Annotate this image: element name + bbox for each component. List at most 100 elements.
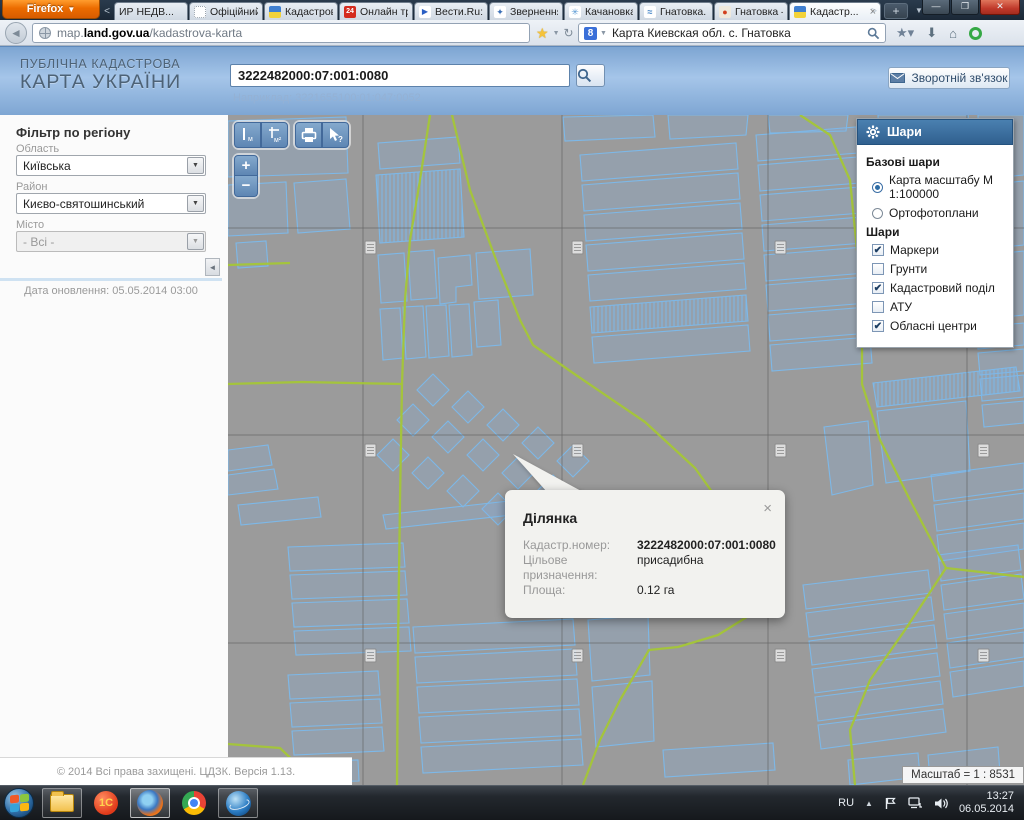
layer-option[interactable]: АТУ xyxy=(872,300,1004,314)
map-marker-icon[interactable] xyxy=(978,444,989,457)
url-bar[interactable]: map.land.gov.ua/kadastrova-karta xyxy=(32,23,530,43)
hidden-icons-chevron[interactable]: ▲ xyxy=(865,799,873,808)
cadastral-parcel[interactable] xyxy=(588,615,650,681)
cadastral-parcel[interactable] xyxy=(380,308,403,360)
cadastral-parcel[interactable] xyxy=(421,739,583,773)
cadastral-parcel[interactable] xyxy=(449,304,472,357)
layers-panel-header[interactable]: Шари xyxy=(857,119,1013,145)
cadastral-parcel[interactable] xyxy=(438,255,472,304)
cadastral-parcel[interactable] xyxy=(290,699,382,727)
restore-button[interactable]: ❐ xyxy=(951,0,979,15)
cadastral-number-input[interactable] xyxy=(230,64,570,87)
layer-option[interactable]: ✔Маркери xyxy=(872,243,1004,257)
cadastral-parcel[interactable] xyxy=(452,391,484,423)
checkbox-icon[interactable] xyxy=(872,301,884,313)
measure-area-button[interactable]: м² xyxy=(261,122,288,148)
sidebar-collapse-button[interactable]: ◄ xyxy=(205,258,220,276)
search-engine-icon[interactable]: 8 xyxy=(584,27,597,40)
region-select[interactable]: Київська▼ xyxy=(16,155,206,176)
cadastral-parcel[interactable] xyxy=(288,671,380,699)
layer-option[interactable]: ✔Обласні центри xyxy=(872,319,1004,333)
new-tab-button[interactable]: + xyxy=(884,3,908,19)
cadastral-parcel[interactable] xyxy=(487,409,519,441)
map-marker-icon[interactable] xyxy=(572,649,583,662)
cadastral-parcel[interactable] xyxy=(412,457,444,489)
language-indicator[interactable]: RU xyxy=(838,797,854,809)
minimize-button[interactable]: — xyxy=(922,0,950,15)
cadastral-parcel[interactable] xyxy=(228,445,272,471)
cadastral-parcel[interactable] xyxy=(294,179,350,233)
map-marker-icon[interactable] xyxy=(365,241,376,254)
cadastral-parcel[interactable] xyxy=(419,709,581,743)
browser-tab[interactable]: ✳Качановка. ... xyxy=(564,2,638,20)
close-icon[interactable]: × xyxy=(763,502,772,516)
cadastral-parcel[interactable] xyxy=(413,619,575,653)
map-marker-icon[interactable] xyxy=(775,649,786,662)
bookmarks-menu-button[interactable]: ★▾ xyxy=(896,25,914,41)
cadastral-parcel[interactable] xyxy=(403,306,426,359)
cadastral-parcel[interactable] xyxy=(408,250,437,300)
volume-icon[interactable] xyxy=(934,797,948,810)
map-marker-icon[interactable] xyxy=(775,444,786,457)
layer-option[interactable]: ✔Кадастровий поділ xyxy=(872,281,1004,295)
cadastral-parcel[interactable] xyxy=(426,305,449,358)
cadastral-parcel[interactable] xyxy=(824,421,873,495)
measure-length-button[interactable]: м xyxy=(234,122,261,148)
taskbar-explorer-icon[interactable] xyxy=(42,788,82,818)
checkbox-icon[interactable] xyxy=(872,263,884,275)
browser-search-box[interactable]: 8 ▼ Карта Киевская обл. с. Гнатовка xyxy=(578,23,886,43)
downloads-button[interactable]: ⬇ xyxy=(926,25,937,41)
cadastral-parcel[interactable] xyxy=(467,439,499,471)
cadastral-parcel[interactable] xyxy=(378,137,460,169)
cadastral-parcel[interactable] xyxy=(290,571,407,599)
radio-icon[interactable] xyxy=(872,208,883,219)
cadastral-parcel[interactable] xyxy=(292,727,384,755)
cadastral-parcel[interactable] xyxy=(432,421,464,453)
radio-icon[interactable] xyxy=(872,182,883,193)
taskbar-chrome-icon[interactable] xyxy=(174,788,214,818)
browser-tab[interactable]: ИР НЕДВ... xyxy=(114,2,188,20)
checkbox-icon[interactable]: ✔ xyxy=(872,282,884,294)
map-marker-icon[interactable] xyxy=(572,241,583,254)
reload-icon[interactable]: ↻ xyxy=(564,26,574,40)
cadastral-parcel[interactable] xyxy=(238,497,321,525)
close-button[interactable]: ✕ xyxy=(980,0,1020,15)
browser-tab[interactable]: ≈Гнатовка. К... xyxy=(639,2,713,20)
cadastral-parcel[interactable] xyxy=(447,475,479,507)
cadastral-parcel[interactable] xyxy=(378,253,407,303)
chevron-down-icon[interactable]: ▼ xyxy=(187,157,204,174)
action-center-flag-icon[interactable] xyxy=(884,797,897,810)
browser-tab[interactable]: ●Гнатовка – ... xyxy=(714,2,788,20)
cadastral-parcel[interactable] xyxy=(768,307,870,341)
cadastral-parcel[interactable] xyxy=(768,115,848,133)
taskbar-firefox-icon[interactable] xyxy=(130,788,170,818)
home-button[interactable]: ⌂ xyxy=(949,26,957,41)
browser-tab[interactable]: Офіційний ... xyxy=(189,2,263,20)
cadastral-parcel[interactable] xyxy=(292,599,409,627)
zoom-in-button[interactable]: + xyxy=(234,155,258,176)
tab-scroll-right[interactable]: > xyxy=(868,4,880,19)
taskbar-earth-icon[interactable] xyxy=(218,788,258,818)
cadastral-parcel[interactable] xyxy=(663,743,775,777)
map-viewport[interactable]: Ділянка × Кадастр.номер:3222482000:07:00… xyxy=(228,115,1024,785)
cadastral-parcel[interactable] xyxy=(877,401,970,483)
cadastral-parcel[interactable] xyxy=(417,679,579,713)
checkbox-icon[interactable]: ✔ xyxy=(872,244,884,256)
feedback-button[interactable]: Зворотній зв'язок xyxy=(888,67,1010,89)
taskbar-clock[interactable]: 13:27 06.05.2014 xyxy=(959,790,1014,816)
chevron-down-icon[interactable]: ▼ xyxy=(553,30,560,37)
tab-scroll-left[interactable]: < xyxy=(101,4,113,19)
taskbar-onec-icon[interactable]: 1С xyxy=(86,788,126,818)
cadastral-parcel[interactable] xyxy=(228,469,278,495)
chevron-down-icon[interactable]: ▼ xyxy=(600,30,607,37)
search-button[interactable] xyxy=(576,64,605,87)
bookmark-star-icon[interactable]: ★ xyxy=(536,25,549,42)
cadastral-parcel[interactable] xyxy=(294,627,411,655)
checkbox-icon[interactable]: ✔ xyxy=(872,320,884,332)
cadastral-parcel[interactable] xyxy=(766,277,868,311)
cadastral-parcel[interactable] xyxy=(417,374,449,406)
cadastral-parcel[interactable] xyxy=(377,439,409,471)
browser-tab[interactable]: ✦Звернення ... xyxy=(489,2,563,20)
layer-option[interactable]: Грунти xyxy=(872,262,1004,276)
zoom-out-button[interactable]: − xyxy=(234,176,258,197)
